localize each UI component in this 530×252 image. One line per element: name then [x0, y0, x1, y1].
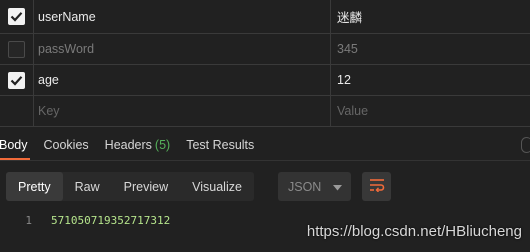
param-row-age: age 12: [0, 65, 530, 96]
pretty-button[interactable]: Pretty: [6, 172, 63, 201]
response-toolbar: Pretty Raw Preview Visualize JSON: [6, 172, 391, 201]
headers-count-badge: (5): [154, 138, 171, 152]
tab-cookies[interactable]: Cookies: [44, 130, 89, 160]
param-value: 345: [337, 42, 358, 56]
tab-headers-label: Headers: [104, 138, 152, 152]
partial-icon: [521, 137, 530, 153]
param-value-cell[interactable]: 345: [331, 34, 530, 64]
visualize-button[interactable]: Visualize: [180, 172, 254, 201]
pretty-label: Pretty: [18, 179, 51, 194]
param-checkbox-cell[interactable]: [0, 34, 34, 64]
dropdown-arrow-icon: [333, 180, 342, 194]
tab-test-results[interactable]: Test Results: [186, 130, 254, 160]
wrap-lines-button[interactable]: [362, 172, 391, 201]
param-value-input[interactable]: Value: [331, 96, 530, 126]
param-row-new: Key Value: [0, 96, 530, 127]
param-key-cell[interactable]: userName: [34, 0, 331, 33]
tab-body-label: Body: [0, 138, 28, 152]
param-key: age: [38, 73, 59, 87]
param-key: passWord: [38, 42, 95, 56]
query-params-table: userName 迷麟 passWord 345 age 12 Key Valu…: [0, 0, 530, 127]
checkbox-checked-icon[interactable]: [8, 71, 25, 89]
preview-label: Preview: [123, 179, 169, 194]
line-number: 1: [25, 213, 32, 227]
format-button-group: Pretty Raw Preview Visualize: [6, 172, 254, 201]
key-placeholder: Key: [38, 104, 60, 118]
value-placeholder: Value: [337, 104, 369, 118]
checkbox-empty-icon[interactable]: [8, 40, 25, 58]
preview-button[interactable]: Preview: [112, 172, 180, 201]
param-checkbox-cell: [0, 96, 34, 126]
response-tabs: Body Cookies Headers (5) Test Results: [0, 130, 530, 160]
param-value: 迷麟: [337, 11, 363, 25]
param-checkbox-cell[interactable]: [0, 65, 34, 95]
param-value: 12: [337, 73, 351, 87]
divider: [0, 160, 530, 161]
param-key-input[interactable]: Key: [34, 96, 331, 126]
tab-test-results-label: Test Results: [186, 138, 255, 152]
tab-headers[interactable]: Headers (5): [105, 130, 171, 160]
format-select[interactable]: JSON: [278, 172, 351, 201]
param-row-username: userName 迷麟: [0, 0, 530, 34]
param-key: userName: [38, 9, 96, 24]
wrap-lines-icon: [369, 178, 385, 195]
param-key-cell[interactable]: age: [34, 65, 331, 95]
param-checkbox-cell[interactable]: [0, 0, 34, 33]
param-key-cell[interactable]: passWord: [34, 34, 331, 64]
response-value: 571050719352717312: [51, 213, 171, 227]
format-select-value: JSON: [288, 179, 322, 194]
visualize-label: Visualize: [192, 179, 242, 194]
raw-label: Raw: [74, 179, 100, 194]
tab-body[interactable]: Body: [0, 130, 29, 160]
raw-button[interactable]: Raw: [63, 172, 112, 201]
checkbox-checked-icon[interactable]: [8, 8, 25, 25]
param-row-password: passWord 345: [0, 34, 530, 65]
watermark: https://blog.csdn.net/HBliucheng: [306, 223, 522, 240]
tab-cookies-label: Cookies: [43, 138, 89, 152]
param-value-cell[interactable]: 12: [331, 65, 530, 95]
param-value-cell[interactable]: 迷麟: [331, 0, 530, 33]
